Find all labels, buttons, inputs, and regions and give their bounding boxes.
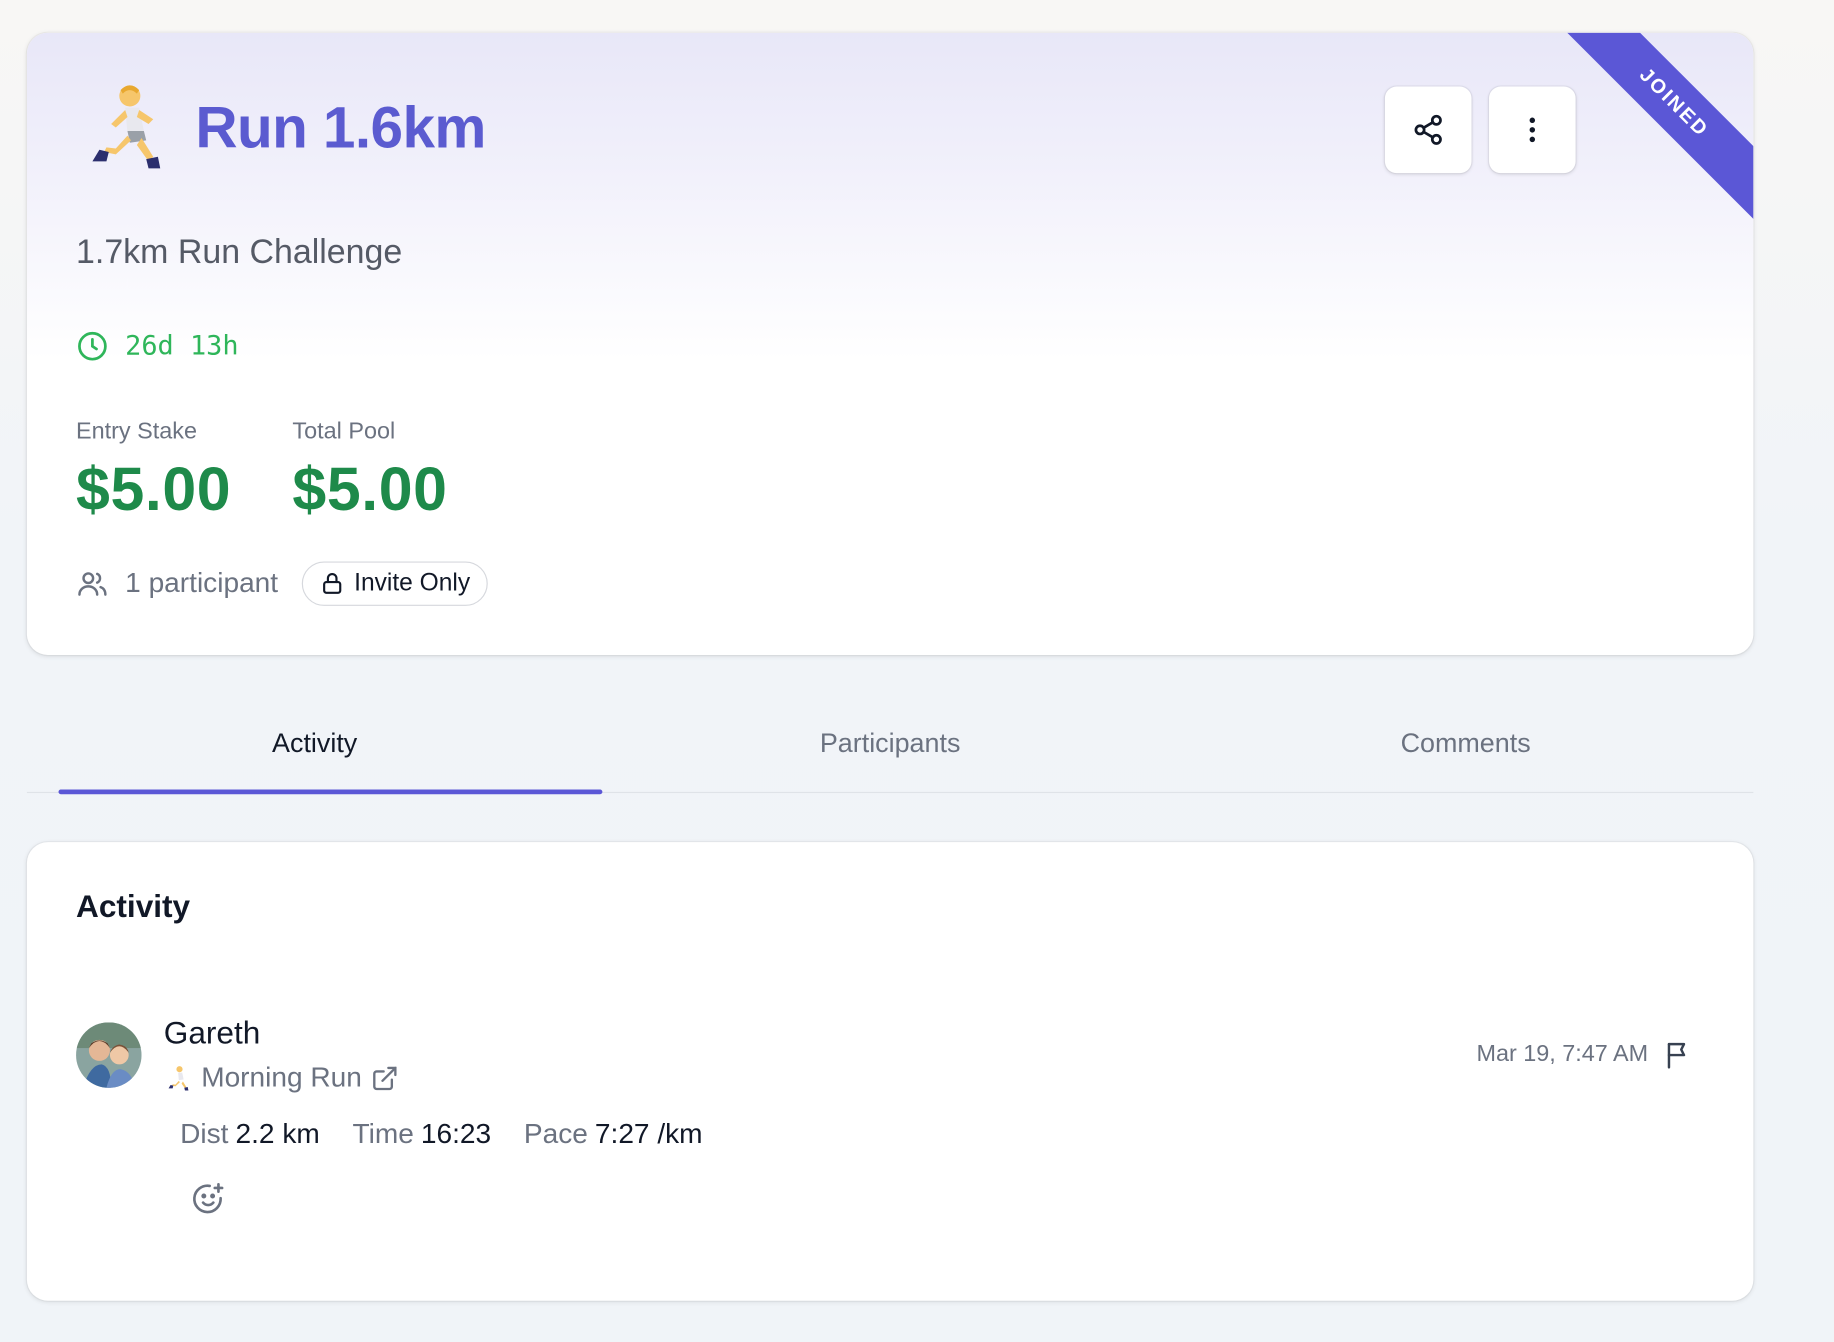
participant-count-text: 1 participant [125, 567, 279, 599]
entry-stake-label: Entry Stake [76, 418, 197, 445]
time-remaining-text: 26d 13h [125, 331, 239, 362]
clock-icon [78, 331, 107, 361]
activity-run-link[interactable]: Morning Run [164, 1062, 400, 1095]
user-photo [76, 1022, 142, 1088]
activity-user-name[interactable]: Gareth [164, 1015, 261, 1051]
external-link-icon [373, 1066, 398, 1091]
share-icon [1414, 114, 1442, 145]
avatar[interactable] [76, 1022, 142, 1088]
activity-stats: Dist 2.2 km Time 16:23 Pace 7:27 /km [180, 1118, 702, 1151]
tab-participants[interactable]: Participants [602, 702, 1177, 792]
challenge-subtitle: 1.7km Run Challenge [76, 233, 403, 272]
entry-stake: Entry Stake $5.00 [76, 419, 231, 525]
invite-only-text: Invite Only [354, 569, 471, 597]
tab-activity[interactable]: Activity [27, 702, 603, 795]
joined-ribbon: JOINED [1556, 32, 1754, 221]
meta-row: 1 participant Invite Only [76, 561, 488, 606]
challenge-header-card: Run 1.6km JOINED 1.7km Run Challenge 26d… [26, 32, 1754, 656]
tab-comments[interactable]: Comments [1178, 702, 1753, 792]
runner-emoji [92, 85, 161, 169]
challenge-title: Run 1.6km [195, 94, 486, 161]
time-remaining: 26d 13h [76, 330, 239, 363]
entry-stake-value: $5.00 [76, 456, 232, 525]
share-button[interactable] [1384, 86, 1472, 174]
invite-only-badge: Invite Only [301, 561, 488, 606]
total-pool-label: Total Pool [292, 418, 396, 445]
total-pool: Total Pool $5.00 [292, 419, 447, 525]
add-reaction-icon[interactable] [191, 1181, 226, 1216]
page: Run 1.6km JOINED 1.7km Run Challenge 26d… [0, 0, 1834, 1342]
runner-small-icon [168, 1066, 189, 1091]
stat-time: Time 16:23 [352, 1118, 492, 1150]
flag-icon[interactable] [1662, 1039, 1695, 1072]
stat-pace: Pace 7:27 /km [523, 1118, 703, 1150]
activity-timestamp: Mar 19, 7:47 AM [1476, 1041, 1649, 1067]
run-name: Morning Run [201, 1062, 362, 1094]
stat-distance: Dist 2.2 km [180, 1118, 320, 1150]
total-pool-value: $5.00 [292, 456, 448, 525]
users-icon [78, 572, 107, 596]
lock-icon [322, 572, 342, 594]
activity-heading: Activity [76, 888, 191, 925]
tab-bar: Activity Participants Comments [26, 702, 1754, 795]
participant-count: 1 participant [76, 567, 278, 600]
activity-card: Activity Gareth Morning Run Dist 2.2 km … [26, 842, 1754, 1301]
